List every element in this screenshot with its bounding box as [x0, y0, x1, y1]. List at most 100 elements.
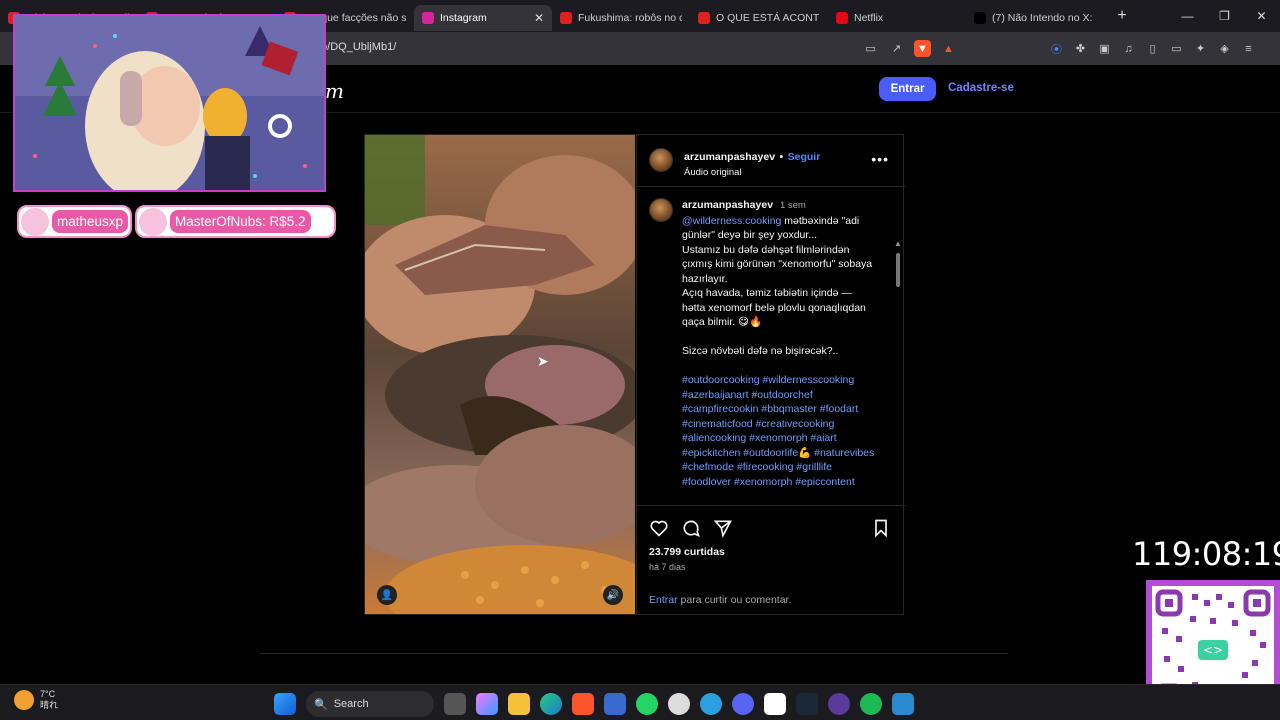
file-explorer-icon[interactable] — [508, 693, 530, 715]
cupcake-icon — [139, 207, 167, 236]
caption-username[interactable]: arzumanpashayev — [682, 199, 773, 211]
username[interactable]: arzumanpashayev — [684, 151, 775, 163]
tab-favicon-icon — [422, 12, 434, 24]
chatgpt-icon[interactable] — [668, 693, 690, 715]
brave-icon[interactable] — [572, 693, 594, 715]
more-options-icon[interactable]: ••• — [871, 151, 889, 167]
cast-icon[interactable]: ▭ — [862, 40, 879, 57]
photo-app-icon[interactable] — [892, 693, 914, 715]
caption-avatar[interactable] — [649, 198, 673, 222]
signup-link[interactable]: Cadastre-se — [948, 82, 1014, 94]
taskbar-icons: 🔍 Search — [274, 691, 914, 717]
video-frame — [365, 135, 635, 614]
windows-start-icon[interactable] — [274, 693, 296, 715]
minimize-button[interactable]: — — [1169, 0, 1206, 32]
address-actions: ▭ ↗ ▼ ▲ — [862, 40, 957, 57]
browser-tab[interactable]: Instagram ✕ — [414, 5, 552, 31]
browser-tab[interactable]: O QUE ESTÁ ACONTEC — [690, 5, 828, 31]
caption-text: arzumanpashayev 1 sem @wilderness.cookin… — [682, 198, 878, 489]
new-tab-button[interactable]: + — [1110, 7, 1134, 25]
close-window-button[interactable]: ✕ — [1243, 0, 1280, 32]
tab-label: O QUE ESTÁ ACONTEC — [716, 12, 820, 24]
tab-label: Fukushima: robôs no co — [578, 12, 682, 24]
whatsapp-icon[interactable] — [636, 693, 658, 715]
spotify-icon[interactable] — [860, 693, 882, 715]
telegram-icon[interactable] — [700, 693, 722, 715]
post-date[interactable]: há 7 dias — [649, 562, 686, 572]
like-count[interactable]: 23.799 curtidas — [649, 546, 725, 558]
sound-icon[interactable]: 🔊 — [603, 585, 623, 605]
browser-tab[interactable]: Fukushima: robôs no co — [552, 5, 690, 31]
task-view-icon[interactable] — [444, 693, 466, 715]
donation-text: MasterOfNubs: R$5.2 — [170, 210, 311, 233]
weather-widget[interactable]: 7°C 晴れ — [14, 689, 58, 711]
footer-divider — [260, 653, 1008, 654]
caption-area: arzumanpashayev 1 sem @wilderness.cookin… — [637, 187, 905, 505]
taskbar-search[interactable]: 🔍 Search — [306, 691, 434, 717]
browser-tab[interactable]: Netflix — [828, 5, 966, 31]
media-icon[interactable]: ♫ — [1120, 40, 1137, 57]
avatar[interactable] — [649, 148, 673, 172]
comment-icon[interactable] — [681, 518, 701, 538]
menu-icon[interactable]: ≡ — [1240, 40, 1257, 57]
brave-shields-icon[interactable]: ▼ — [914, 40, 931, 57]
screenshot-icon[interactable]: ▣ — [1096, 40, 1113, 57]
webcam-feed — [15, 16, 324, 190]
svg-text:<>: <> — [1203, 643, 1223, 657]
toolbar-icons: ⦿ ✤ ▣ ♫ ▯ ▭ ✦ ◈ ≡ — [1048, 40, 1257, 57]
follow-button[interactable]: Seguir — [788, 151, 821, 163]
window-controls: — ❐ ✕ — [1169, 0, 1280, 32]
cupcake-icon — [21, 207, 49, 236]
post-video[interactable]: 👤 🔊 — [365, 135, 635, 614]
caption-time: 1 sem — [779, 200, 806, 211]
caption-scrollbar[interactable]: ▲ ▼ — [893, 239, 903, 505]
discord-icon[interactable] — [732, 693, 754, 715]
tab-favicon-icon — [836, 12, 848, 24]
share-icon[interactable] — [713, 518, 733, 538]
extensions-icon[interactable]: ✤ — [1072, 40, 1089, 57]
donation-badge: MasterOfNubs: R$5.2 — [135, 205, 336, 238]
audio-icon[interactable]: ⦿ — [1048, 40, 1065, 57]
separator-dot: • — [779, 151, 784, 163]
brave-rewards-icon[interactable]: ▲ — [940, 40, 957, 57]
edge-icon[interactable] — [540, 693, 562, 715]
instagram-logo[interactable]: m — [325, 79, 344, 103]
tab-label: Instagram — [440, 12, 487, 24]
profile-tag-icon[interactable]: 👤 — [377, 585, 397, 605]
scroll-thumb[interactable] — [896, 253, 900, 287]
steam-icon[interactable] — [796, 693, 818, 715]
tab-label: (7) Não Intendo no X: — [992, 12, 1093, 24]
action-icons — [649, 518, 733, 538]
close-tab-icon[interactable]: ✕ — [534, 11, 544, 25]
scroll-up-icon[interactable]: ▲ — [894, 239, 902, 248]
share-icon[interactable]: ↗ — [888, 40, 905, 57]
donation-text: matheusxp — [52, 210, 129, 233]
leo-ai-icon[interactable]: ✦ — [1192, 40, 1209, 57]
sidebar-icon[interactable]: ▯ — [1144, 40, 1161, 57]
mention-link[interactable]: @wilderness.cooking — [682, 215, 781, 227]
stream-timer: 119:08:19 — [1132, 535, 1280, 573]
vpn-icon[interactable]: ◈ — [1216, 40, 1233, 57]
browser-tab[interactable]: (7) Não Intendo no X: — [966, 5, 1104, 31]
wallet-icon[interactable]: ▭ — [1168, 40, 1185, 57]
tab-label: Netflix — [854, 12, 884, 24]
weather-temp: 7°C — [40, 689, 56, 699]
hashtags[interactable]: #outdoorcooking #wildernesscooking #azer… — [682, 373, 878, 489]
post-actions: 23.799 curtidas há 7 dias Entrar para cu… — [637, 505, 905, 614]
login-prompt: Entrar para curtir ou comentar. — [649, 594, 791, 606]
post-sidebar: arzumanpashayev • Seguir Áudio original … — [636, 135, 905, 614]
login-prompt-link[interactable]: Entrar — [649, 594, 678, 606]
app-icon[interactable] — [828, 693, 850, 715]
post-header: arzumanpashayev • Seguir Áudio original … — [637, 135, 905, 187]
audio-label[interactable]: Áudio original — [684, 167, 820, 178]
tab-favicon-icon — [698, 12, 710, 24]
restore-button[interactable]: ❐ — [1206, 0, 1243, 32]
copilot-icon[interactable] — [476, 693, 498, 715]
store-icon[interactable] — [604, 693, 626, 715]
save-bookmark-icon[interactable] — [871, 518, 891, 538]
like-icon[interactable] — [649, 518, 669, 538]
caption-line-3: Açıq havada, təmiz təbiətin içində — hət… — [682, 287, 866, 328]
login-button[interactable]: Entrar — [879, 77, 936, 101]
obs-icon[interactable] — [764, 693, 786, 715]
url-field[interactable]: /p/DQ_UbljMb1/ — [318, 41, 396, 53]
